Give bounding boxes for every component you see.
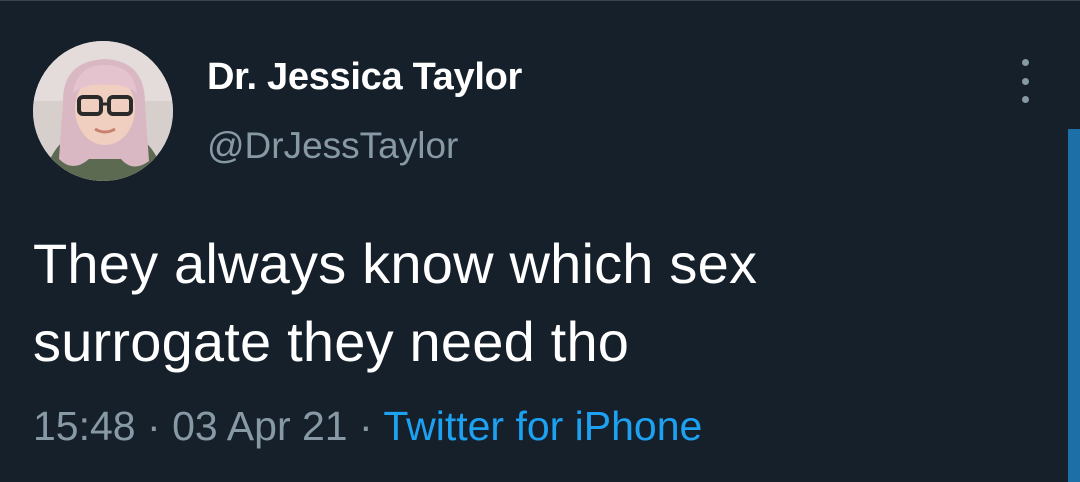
- tweet-card: Dr. Jessica Taylor @DrJessTaylor They al…: [0, 0, 1080, 482]
- tweet-date[interactable]: 03 Apr 21: [172, 403, 348, 449]
- avatar[interactable]: [33, 41, 173, 181]
- avatar-image: [33, 41, 173, 181]
- meta-separator: ·: [147, 403, 173, 449]
- author-handle[interactable]: @DrJessTaylor: [207, 125, 458, 167]
- tweet-text-line: surrogate they need tho: [33, 310, 630, 373]
- more-dot: [1021, 96, 1029, 103]
- tweet-text-line: They always know which sex: [33, 232, 758, 295]
- tweet-text: They always know which sex surrogate the…: [33, 225, 1033, 381]
- author-name[interactable]: Dr. Jessica Taylor: [207, 56, 522, 99]
- scrollbar[interactable]: [1068, 129, 1080, 482]
- tweet-meta: 15:48 · 03 Apr 21 · Twitter for iPhone: [33, 403, 702, 450]
- more-vertical-icon[interactable]: [1010, 59, 1040, 103]
- meta-separator: ·: [359, 403, 384, 449]
- more-dot: [1021, 59, 1029, 66]
- tweet-time[interactable]: 15:48: [33, 403, 136, 449]
- more-dot: [1021, 77, 1029, 85]
- tweet-source-link[interactable]: Twitter for iPhone: [383, 403, 702, 449]
